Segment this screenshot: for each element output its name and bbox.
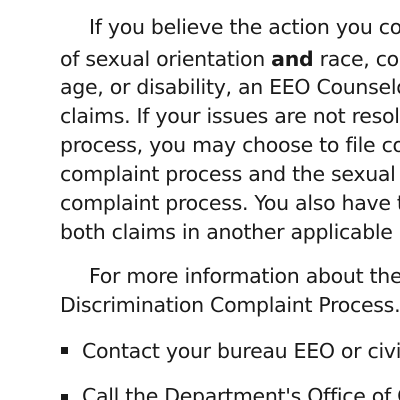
paragraph-1-line-5: process, you may choose to file co bbox=[60, 133, 400, 157]
paragraph-1-line-1: If you believe the action you com bbox=[89, 15, 400, 39]
paragraph-2-line-2: Discrimination Complaint Process. bbox=[60, 293, 400, 317]
bullet-item-1: Contact your bureau EEO or civil bbox=[82, 339, 400, 363]
line-text: of sexual orientation bbox=[60, 47, 272, 71]
emphasis-text: and bbox=[271, 47, 314, 71]
paragraph-1-line-4: claims. If your issues are not resolve bbox=[60, 104, 400, 128]
bullet-icon bbox=[61, 347, 68, 354]
bullet-item-2: Call the Department's Office of C bbox=[82, 384, 400, 400]
paragraph-1-line-3: age, or disability, an EEO Counselor bbox=[60, 75, 400, 99]
bullet-icon bbox=[61, 394, 68, 400]
document-page: If you believe the action you com of sex… bbox=[0, 0, 400, 400]
line-text: race, colo bbox=[319, 47, 400, 71]
paragraph-1-line-8: both claims in another applicable p bbox=[60, 220, 400, 244]
paragraph-1-line-7: complaint process. You also have th bbox=[60, 191, 400, 215]
paragraph-2-line-1: For more information about the S bbox=[89, 264, 400, 288]
paragraph-1-line-2: of sexual orientation and race, colo bbox=[60, 46, 400, 72]
paragraph-1-line-6: complaint process and the sexual o bbox=[60, 162, 400, 186]
